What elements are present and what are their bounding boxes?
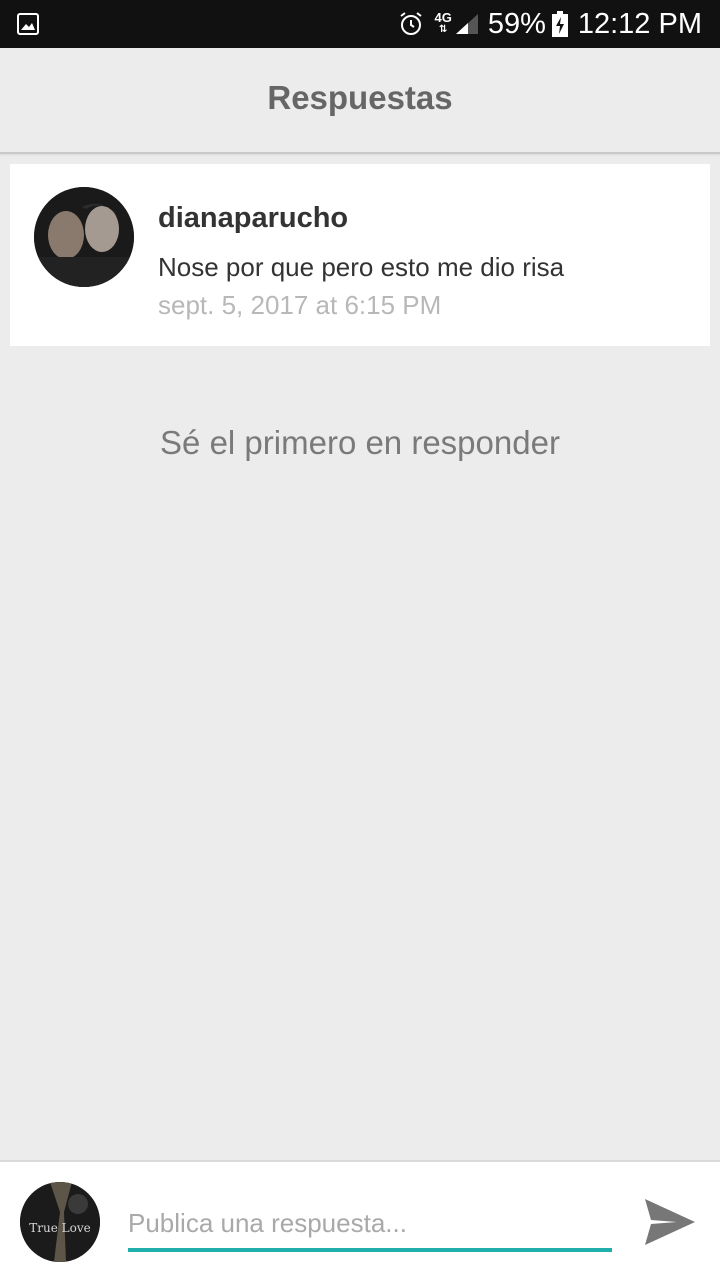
send-button[interactable] xyxy=(640,1192,700,1252)
empty-state-message: Sé el primero en responder xyxy=(160,424,560,461)
send-icon[interactable] xyxy=(643,1195,697,1249)
signal-icon xyxy=(455,14,478,34)
reply-timestamp: sept. 5, 2017 at 6:15 PM xyxy=(158,290,442,320)
battery-charging-icon xyxy=(551,11,568,37)
gallery-icon xyxy=(17,13,39,35)
network-indicator: 4G ⇅ xyxy=(434,10,452,35)
app-header: Respuestas xyxy=(0,48,720,154)
alarm-icon xyxy=(400,12,423,35)
current-user-avatar: True Love xyxy=(20,1182,100,1262)
reply-message: Nose por que pero esto me dio risa xyxy=(158,252,565,282)
network-type: 4G xyxy=(434,10,452,25)
reply-input[interactable] xyxy=(128,1198,612,1252)
reply-composer: True Love xyxy=(0,1160,720,1282)
battery-percent: 59% xyxy=(487,7,546,40)
user-avatar[interactable] xyxy=(34,187,134,287)
avatar-logo-text: True Love xyxy=(29,1221,90,1235)
reply-username[interactable]: dianaparucho xyxy=(158,202,348,235)
clock: 12:12 PM xyxy=(577,7,702,40)
status-bar: 4G ⇅ 59% 12:12 PM xyxy=(0,0,720,48)
page-title: Respuestas xyxy=(267,79,453,116)
reply-card[interactable]: dianaparucho Nose por que pero esto me d… xyxy=(10,164,710,346)
